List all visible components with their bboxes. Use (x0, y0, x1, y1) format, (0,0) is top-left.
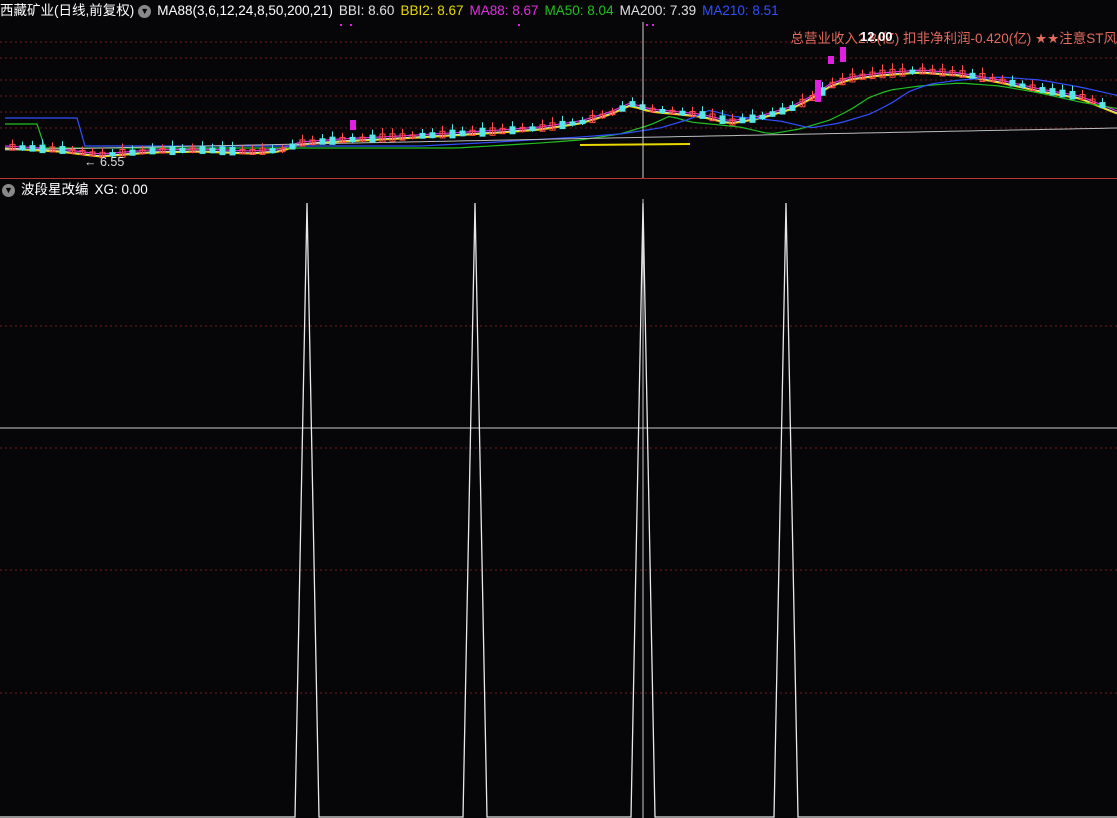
candle-body (529, 126, 536, 132)
ma50-value: MA50: 8.04 (544, 3, 614, 18)
signal-dot (350, 24, 352, 26)
candle-body (179, 147, 186, 153)
low-price-marker: ← 6.55 (84, 155, 125, 169)
candle-body (629, 101, 636, 107)
indicator-canvas[interactable] (0, 179, 1117, 818)
candle-body (679, 110, 686, 116)
candle-body (209, 147, 216, 154)
ma200-value: MA200: 7.39 (619, 3, 697, 18)
candle-body (289, 143, 296, 150)
candle-body (969, 72, 976, 79)
candle-body (199, 146, 206, 154)
candle-body (1039, 87, 1046, 93)
sub-header: ▼ 波段星改编 XG: 0.00 (0, 179, 154, 201)
candle-body (749, 114, 756, 123)
candle-body (1069, 90, 1076, 100)
candle-body (619, 105, 626, 112)
candle-body (1099, 102, 1106, 109)
candle-body (169, 146, 176, 156)
signal-dot (340, 24, 342, 26)
highlight-candle (828, 56, 834, 64)
bbi2-line (4, 72, 1117, 158)
candle-body (779, 107, 786, 115)
candle-body (319, 138, 326, 145)
indicator-name[interactable]: 波段星改编 (21, 182, 89, 197)
ma210-value: MA210: 8.51 (702, 3, 779, 18)
candle-body (219, 146, 226, 156)
candle-body (509, 126, 516, 135)
candle-body (699, 111, 706, 119)
candle-body (129, 149, 136, 156)
candle-body (369, 134, 376, 143)
candle-body (719, 115, 726, 124)
candle-body (459, 130, 466, 137)
candle-body (229, 146, 236, 156)
candle-body (479, 127, 486, 137)
candle-body (759, 114, 766, 120)
candle-body (1019, 83, 1026, 88)
candle-body (1049, 88, 1056, 96)
candle-body (1009, 79, 1016, 87)
financial-info: 总营业收入2.8(亿) 扣非净利润-0.420(亿) ★★注意ST风 (790, 27, 1117, 47)
bbi-line (4, 71, 1117, 157)
candle-body (59, 146, 66, 154)
candle-body (559, 120, 566, 130)
signal-line (0, 202, 1117, 818)
candle-body (29, 145, 36, 152)
chevron-down-icon[interactable]: ▼ (138, 4, 152, 18)
highlight-candle (815, 80, 821, 102)
candle-body (909, 69, 916, 74)
candle-body (429, 132, 436, 139)
candle-body (329, 136, 336, 145)
candle-body (769, 111, 776, 117)
indicator-pane[interactable]: ▼ 波段星改编 XG: 0.00 (0, 179, 1117, 818)
candle-body (579, 119, 586, 125)
candle-body (149, 147, 156, 155)
volume-marker-line (579, 143, 691, 146)
candle-body (659, 108, 666, 114)
highlight-candle (350, 120, 356, 130)
price-chart-pane[interactable]: 西藏矿业(日线,前复权) ▼ MA88(3,6,12,24,8,50,200,21)… (0, 0, 1117, 178)
ma88-value: MA88: 8.67 (469, 3, 539, 18)
candle-body (19, 145, 26, 151)
candle-body (349, 136, 356, 143)
chevron-down-icon[interactable]: ▼ (2, 183, 15, 197)
signal-dot (652, 24, 654, 26)
candle-body (269, 148, 276, 154)
candle-body (1059, 89, 1066, 98)
crosshair-price-label: 12.00 (860, 29, 893, 44)
indicator-title[interactable]: MA88(3,6,12,24,8,50,200,21) (157, 3, 333, 18)
candle-body (569, 121, 576, 126)
bbi2-value: BBI2: 8.67 (400, 3, 464, 18)
stock-title[interactable]: 西藏矿业(日线,前复权) (0, 3, 134, 18)
main-header: 西藏矿业(日线,前复权) ▼ MA88(3,6,12,24,8,50,200,21)… (0, 0, 785, 22)
signal-dot (518, 24, 520, 26)
candle-body (39, 144, 46, 154)
signal-dot (646, 24, 648, 26)
candle-body (789, 105, 796, 111)
candle-body (739, 117, 746, 124)
candle-body (419, 132, 426, 139)
bbi-value: BBI: 8.60 (338, 3, 395, 18)
xg-value: XG: 0.00 (94, 182, 148, 197)
candle-body (449, 129, 456, 139)
